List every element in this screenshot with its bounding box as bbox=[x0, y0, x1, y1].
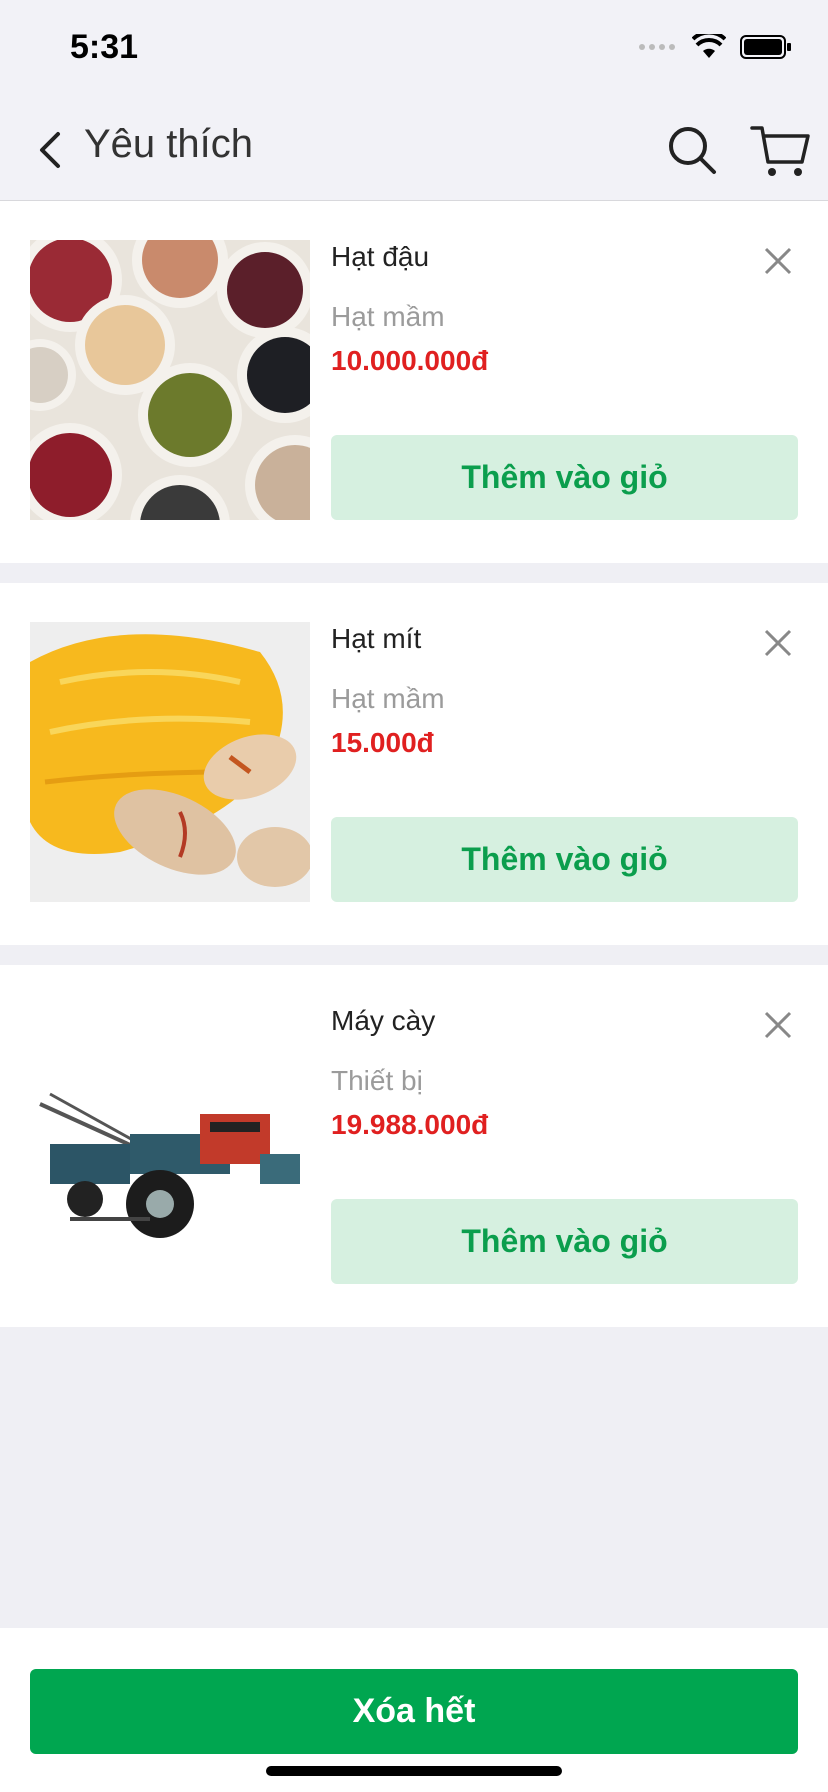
add-to-cart-button[interactable]: Thêm vào giỏ bbox=[331, 817, 798, 902]
product-category: Hạt mầm bbox=[331, 301, 445, 332]
search-icon bbox=[669, 127, 716, 174]
nav-bar: Yêu thích bbox=[0, 100, 828, 201]
remove-item-button[interactable] bbox=[760, 243, 796, 279]
cart-button[interactable] bbox=[748, 118, 812, 182]
back-icon bbox=[40, 132, 60, 168]
product-price: 15.000đ bbox=[331, 727, 434, 758]
remove-item-button[interactable] bbox=[760, 1007, 796, 1043]
product-category: Hạt mầm bbox=[331, 683, 445, 714]
wifi-icon bbox=[692, 34, 726, 58]
close-icon bbox=[764, 1011, 792, 1039]
product-price: 10.000.000đ bbox=[331, 345, 489, 376]
status-icons bbox=[638, 34, 792, 60]
product-price: 19.988.000đ bbox=[331, 1109, 489, 1140]
close-icon bbox=[764, 629, 792, 657]
list-item: Hạt đậu Hạt mầm 10.000.000đ Thêm vào giỏ bbox=[0, 201, 828, 563]
product-image bbox=[30, 240, 310, 520]
product-name: Máy cày bbox=[331, 1005, 436, 1036]
list-item: Máy cày Thiết bị 19.988.000đ Thêm vào gi… bbox=[0, 965, 828, 1327]
status-bar: 5:31 bbox=[0, 0, 828, 100]
home-indicator[interactable] bbox=[266, 1766, 562, 1776]
product-name: Hạt đậu bbox=[331, 241, 430, 272]
back-button[interactable] bbox=[24, 124, 76, 176]
product-name: Hạt mít bbox=[331, 623, 422, 654]
clear-all-button[interactable]: Xóa hết bbox=[30, 1669, 798, 1754]
product-image bbox=[30, 622, 310, 902]
search-button[interactable] bbox=[664, 122, 720, 178]
signal-icon bbox=[639, 44, 675, 50]
status-time: 5:31 bbox=[70, 28, 139, 66]
remove-item-button[interactable] bbox=[760, 625, 796, 661]
page-title: Yêu thích bbox=[84, 122, 254, 166]
product-category: Thiết bị bbox=[331, 1065, 423, 1096]
product-image bbox=[30, 1004, 310, 1284]
battery-icon bbox=[740, 35, 791, 59]
favorites-list: Hạt đậu Hạt mầm 10.000.000đ Thêm vào giỏ bbox=[0, 201, 828, 1347]
add-to-cart-button[interactable]: Thêm vào giỏ bbox=[331, 435, 798, 520]
list-item: Hạt mít Hạt mầm 15.000đ Thêm vào giỏ bbox=[0, 583, 828, 945]
cart-icon bbox=[750, 126, 810, 176]
close-icon bbox=[764, 247, 792, 275]
add-to-cart-button[interactable]: Thêm vào giỏ bbox=[331, 1199, 798, 1284]
